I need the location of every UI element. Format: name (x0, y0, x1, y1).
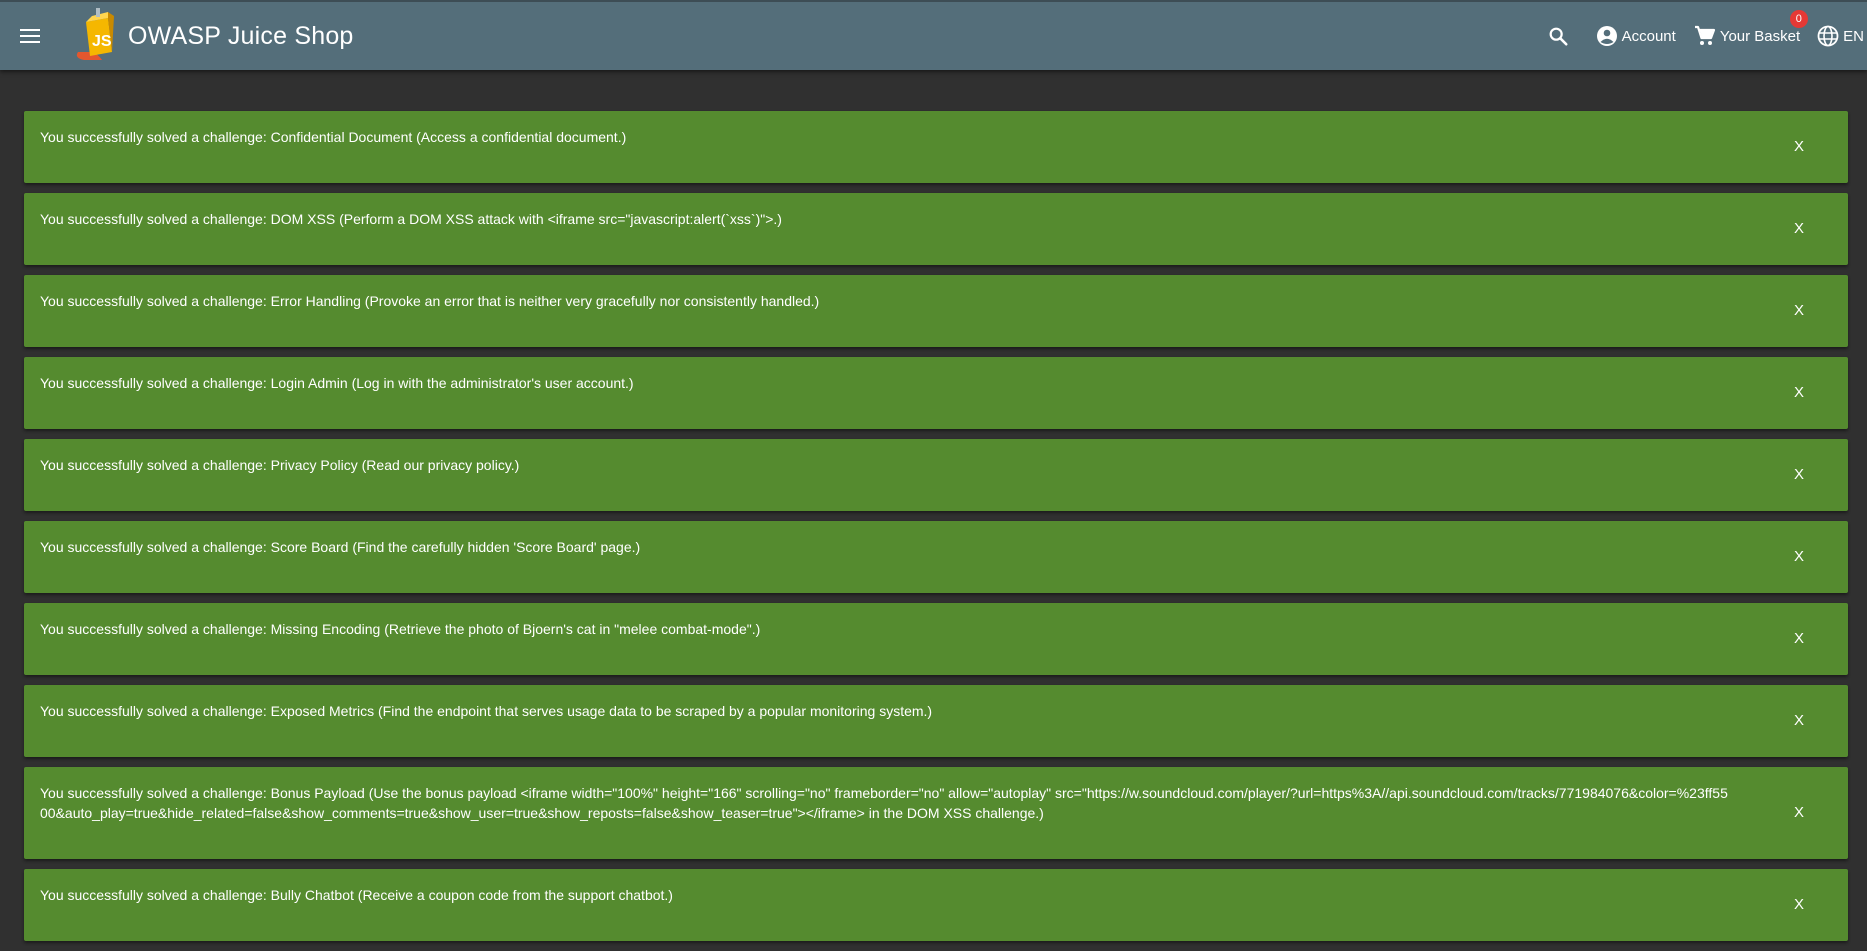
globe-icon (1817, 25, 1839, 47)
close-notification-button[interactable]: X (1790, 543, 1808, 571)
challenge-solved-notification: You successfully solved a challenge: Bul… (24, 869, 1848, 941)
close-notification-button[interactable]: X (1790, 799, 1808, 827)
challenge-solved-notification: You successfully solved a challenge: Exp… (24, 685, 1848, 757)
language-button[interactable]: EN (1816, 24, 1864, 48)
challenge-solved-notification: You successfully solved a challenge: Bon… (24, 767, 1848, 859)
home-logo-link[interactable]: JS OWASP Juice Shop (72, 8, 354, 62)
close-notification-button[interactable]: X (1790, 379, 1808, 407)
top-toolbar: JS OWASP Juice Shop Account Your Basket … (0, 0, 1867, 70)
notification-message: You successfully solved a challenge: Bul… (40, 887, 673, 903)
account-circle-icon (1596, 26, 1617, 46)
notification-message: You successfully solved a challenge: Bon… (40, 785, 1728, 821)
toolbar-actions: Account Your Basket 0 EN (1547, 2, 1867, 70)
close-notification-button[interactable]: X (1790, 891, 1808, 919)
notification-message: You successfully solved a challenge: Err… (40, 293, 820, 309)
notification-message: You successfully solved a challenge: Mis… (40, 621, 761, 637)
close-notification-button[interactable]: X (1790, 215, 1808, 243)
close-notification-button[interactable]: X (1790, 707, 1808, 735)
close-notification-button[interactable]: X (1790, 461, 1808, 489)
notification-message: You successfully solved a challenge: Pri… (40, 457, 520, 473)
notification-message: You successfully solved a challenge: Sco… (40, 539, 641, 555)
basket-count-badge: 0 (1789, 10, 1808, 28)
svg-text:JS: JS (92, 33, 112, 50)
language-label: EN (1843, 27, 1864, 45)
challenge-solved-notification: You successfully solved a challenge: Sco… (24, 521, 1848, 593)
close-notification-button[interactable]: X (1790, 625, 1808, 653)
juice-shop-logo: JS (76, 8, 114, 60)
challenge-solved-notification: You successfully solved a challenge: Log… (24, 357, 1848, 429)
shopping-cart-icon (1694, 25, 1715, 45)
app-title: OWASP Juice Shop (128, 21, 354, 50)
notification-message: You successfully solved a challenge: Exp… (40, 703, 933, 719)
close-notification-button[interactable]: X (1790, 133, 1808, 161)
basket-label: Your Basket (1719, 27, 1801, 45)
account-label: Account (1621, 27, 1676, 45)
notification-message: You successfully solved a challenge: Log… (40, 375, 634, 391)
menu-icon[interactable] (20, 24, 44, 48)
notification-message: You successfully solved a challenge: Con… (40, 129, 627, 145)
search-button[interactable] (1547, 25, 1569, 47)
search-icon (1549, 27, 1568, 46)
account-button[interactable]: Account (1595, 24, 1676, 48)
close-notification-button[interactable]: X (1790, 297, 1808, 325)
challenge-solved-notification: You successfully solved a challenge: DOM… (24, 193, 1848, 265)
notification-message: You successfully solved a challenge: DOM… (40, 211, 782, 227)
challenge-solved-notification: You successfully solved a challenge: Pri… (24, 439, 1848, 511)
challenge-solved-notification: You successfully solved a challenge: Mis… (24, 603, 1848, 675)
challenge-solved-notification: You successfully solved a challenge: Err… (24, 275, 1848, 347)
basket-button[interactable]: Your Basket 0 (1693, 10, 1808, 48)
challenge-notifications: You successfully solved a challenge: Con… (24, 111, 1848, 951)
challenge-solved-notification: You successfully solved a challenge: Con… (24, 111, 1848, 183)
